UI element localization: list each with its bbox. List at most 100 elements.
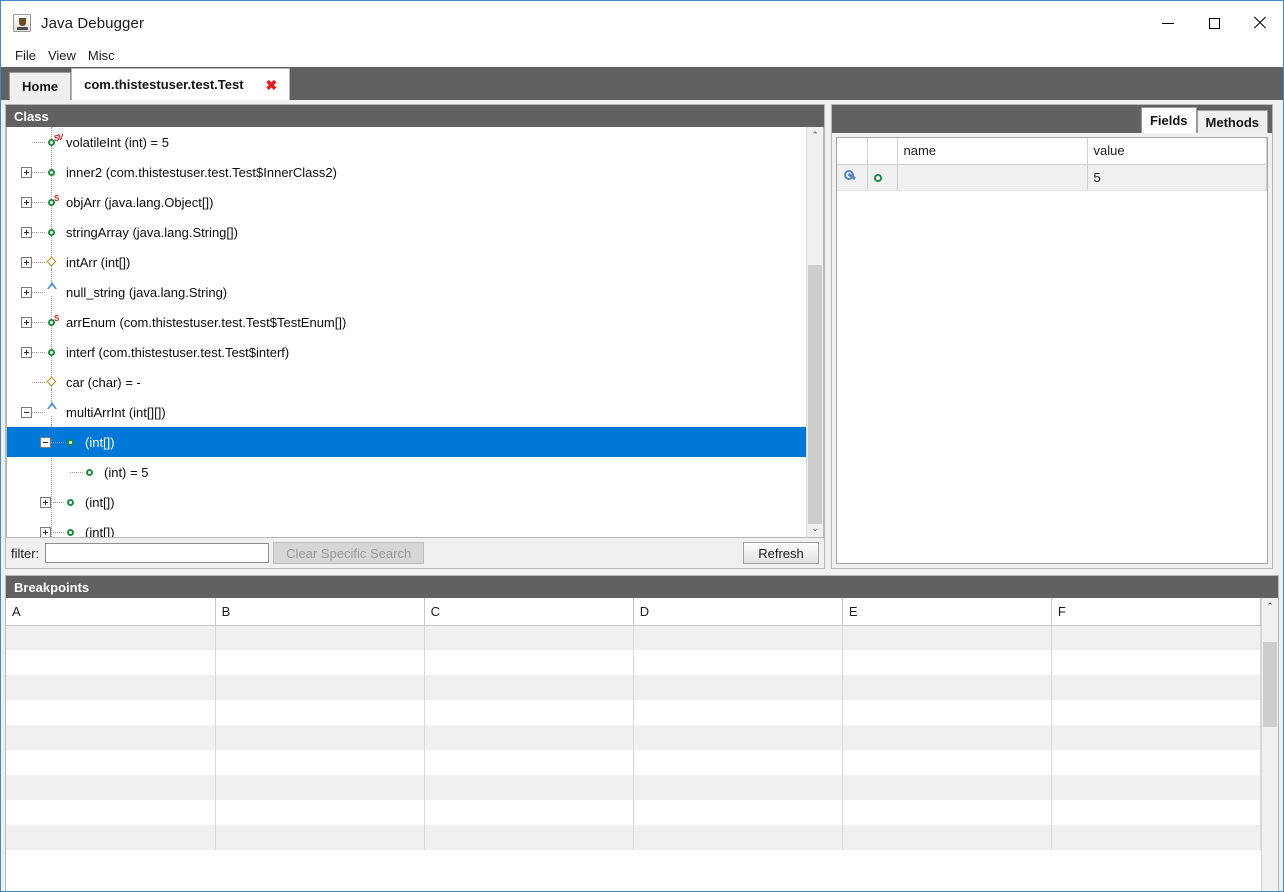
tree-item[interactable]: (int[]) — [7, 517, 806, 537]
tab-class-test-label: com.thistestuser.test.Test — [84, 77, 243, 92]
tree-type-icon-green-circle-static: S — [45, 315, 61, 329]
tree-item-label: objArr (java.lang.Object[]) — [64, 195, 213, 210]
bp-col-b[interactable]: B — [215, 598, 424, 625]
tree-expand-icon[interactable] — [21, 227, 32, 238]
tree-item[interactable]: car (char) = - — [7, 367, 806, 397]
table-row[interactable] — [6, 825, 1261, 850]
fields-col-icon1[interactable] — [837, 138, 867, 164]
tree-expand-icon[interactable] — [40, 527, 51, 538]
breakpoints-table-body — [6, 625, 1261, 850]
table-row[interactable] — [6, 625, 1261, 650]
menu-item-view[interactable]: View — [42, 47, 82, 64]
scroll-down-icon[interactable]: ⌄ — [807, 520, 823, 537]
tree-item[interactable]: inner2 (com.thistestuser.test.Test$Inner… — [7, 157, 806, 187]
tree-item[interactable]: SVvolatileInt (int) = 5 — [7, 127, 806, 157]
table-cell — [633, 700, 842, 725]
tab-methods[interactable]: Methods — [1197, 110, 1268, 133]
table-cell — [842, 625, 1051, 650]
maximize-icon — [1209, 18, 1220, 29]
fields-col-icon2[interactable] — [867, 138, 897, 164]
bp-col-e[interactable]: E — [842, 598, 1051, 625]
refresh-button[interactable]: Refresh — [743, 542, 819, 564]
tree-expand-icon[interactable] — [40, 497, 51, 508]
minimize-icon — [1162, 23, 1174, 24]
table-cell — [424, 650, 633, 675]
bp-col-d[interactable]: D — [633, 598, 842, 625]
bp-col-f[interactable]: F — [1051, 598, 1260, 625]
tree-expand-icon[interactable] — [21, 317, 32, 328]
tree-collapse-icon[interactable] — [21, 407, 32, 418]
tab-close-icon[interactable]: ✖ — [266, 78, 278, 92]
tree-item-label: volatileInt (int) = 5 — [64, 135, 169, 150]
maximize-button[interactable] — [1191, 1, 1237, 45]
table-row[interactable] — [6, 700, 1261, 725]
tree-type-icon-green-circle — [45, 165, 61, 179]
window-title: Java Debugger — [41, 15, 144, 32]
table-cell — [424, 725, 633, 750]
tree-item[interactable]: stringArray (java.lang.String[]) — [7, 217, 806, 247]
clear-specific-search-button[interactable]: Clear Specific Search — [273, 542, 424, 564]
class-filter-input[interactable] — [45, 543, 269, 563]
breakpoints-scrollbar[interactable]: ⌃ ⌄ — [1261, 598, 1278, 892]
class-filter-row: filter: Clear Specific Search Refresh — [6, 538, 824, 568]
table-cell — [424, 700, 633, 725]
table-cell — [633, 800, 842, 825]
tree-item[interactable]: (int) = 5 — [7, 457, 806, 487]
tree-type-icon-green-circle — [64, 435, 80, 449]
minimize-button[interactable] — [1145, 1, 1191, 45]
table-cell — [215, 725, 424, 750]
tree-collapse-icon[interactable] — [40, 437, 51, 448]
table-row[interactable] — [6, 675, 1261, 700]
class-tree[interactable]: SVvolatileInt (int) = 5inner2 (com.thist… — [7, 127, 806, 537]
tree-item[interactable]: interf (com.thistestuser.test.Test$inter… — [7, 337, 806, 367]
table-row[interactable] — [6, 725, 1261, 750]
scroll-up-icon[interactable]: ⌃ — [1262, 598, 1278, 615]
tree-type-icon-blue-triangle — [45, 285, 61, 299]
table-cell — [424, 775, 633, 800]
table-cell — [1051, 625, 1260, 650]
table-row[interactable] — [6, 750, 1261, 775]
tree-expand-icon[interactable] — [21, 167, 32, 178]
table-row[interactable] — [6, 775, 1261, 800]
tree-expand-icon[interactable] — [21, 287, 32, 298]
tree-expand-icon[interactable] — [21, 257, 32, 268]
tree-item[interactable]: null_string (java.lang.String) — [7, 277, 806, 307]
scrollbar-thumb[interactable] — [1263, 642, 1277, 727]
table-cell — [6, 800, 215, 825]
breakpoints-table-scroll[interactable]: A B C D E F — [6, 598, 1261, 892]
bp-col-c[interactable]: C — [424, 598, 633, 625]
tab-class-test[interactable]: com.thistestuser.test.Test ✖ — [71, 68, 290, 100]
tree-item[interactable]: multiArrInt (int[][]) — [7, 397, 806, 427]
tree-item-label: arrEnum (com.thistestuser.test.Test$Test… — [64, 315, 346, 330]
table-cell — [424, 750, 633, 775]
menu-item-file[interactable]: File — [9, 47, 42, 64]
bp-col-a[interactable]: A — [6, 598, 215, 625]
fields-col-value[interactable]: value — [1087, 138, 1267, 164]
table-cell — [1051, 750, 1260, 775]
tree-item[interactable]: (int[]) — [7, 487, 806, 517]
tree-expand-icon[interactable] — [21, 197, 32, 208]
fields-col-name[interactable]: name — [897, 138, 1087, 164]
tree-connector — [70, 472, 83, 473]
table-cell — [1051, 800, 1260, 825]
close-window-button[interactable] — [1237, 1, 1283, 45]
tree-item[interactable]: intArr (int[]) — [7, 247, 806, 277]
tree-connector — [32, 202, 45, 203]
class-filter-label: filter: — [11, 546, 39, 561]
scrollbar-thumb[interactable] — [808, 265, 822, 524]
table-row[interactable] — [6, 650, 1261, 675]
tree-item[interactable]: (int[]) — [7, 427, 806, 457]
table-row[interactable]: 5 — [837, 164, 1267, 190]
table-cell — [1051, 700, 1260, 725]
scroll-up-icon[interactable]: ⌃ — [807, 127, 823, 144]
table-row[interactable] — [6, 800, 1261, 825]
menu-item-misc[interactable]: Misc — [82, 47, 121, 64]
class-tree-scrollbar[interactable]: ⌃ ⌄ — [806, 127, 823, 537]
tree-item[interactable]: SarrEnum (com.thistestuser.test.Test$Tes… — [7, 307, 806, 337]
tab-fields[interactable]: Fields — [1141, 107, 1197, 133]
tree-expand-icon[interactable] — [21, 347, 32, 358]
tab-home[interactable]: Home — [9, 72, 71, 100]
tree-connector — [32, 262, 45, 263]
table-cell — [842, 700, 1051, 725]
tree-item[interactable]: SobjArr (java.lang.Object[]) — [7, 187, 806, 217]
